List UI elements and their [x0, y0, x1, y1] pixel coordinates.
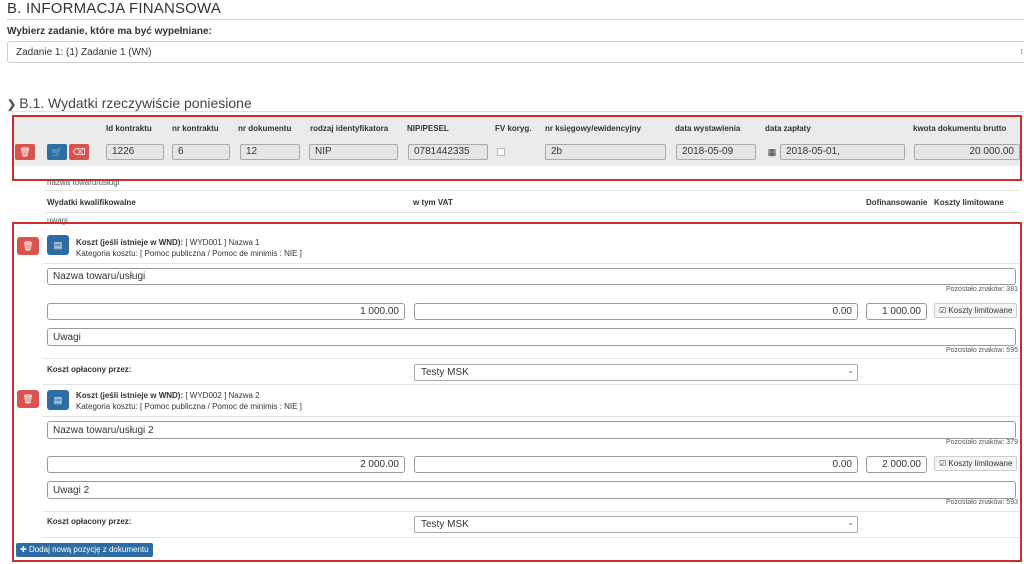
subsection-title[interactable]: ❯ B.1. Wydatki rzeczywiście poniesione: [7, 95, 252, 111]
document-highlight-box: [12, 115, 1022, 181]
nazwa-towaru-label: nazwa towaru/usługi: [47, 178, 120, 187]
task-select[interactable]: Zadanie 1: (1) Zadanie 1 (WN) ↕: [7, 41, 1024, 63]
col-wydatki-kwalifikowalne: Wydatki kwalifikowalne: [47, 198, 136, 207]
col-w-tym-vat: w tym VAT: [413, 198, 453, 207]
subsection-title-text: B.1. Wydatki rzeczywiście poniesione: [19, 95, 252, 111]
task-select-label: Wybierz zadanie, które ma być wypełniane…: [7, 26, 212, 37]
subheader-divider: [43, 190, 1020, 191]
section-divider: [7, 19, 1024, 20]
col-koszty-limitowane: Koszty limitowane: [934, 198, 1004, 207]
section-title: B. INFORMACJA FINANSOWA: [7, 0, 222, 17]
chevron-right-icon: ❯: [7, 99, 17, 111]
chevron-down-icon: ↕: [1019, 46, 1024, 56]
costs-highlight-box: [12, 222, 1022, 562]
subsection-divider: [7, 111, 1024, 112]
col-dofinansowanie: Dofinansowanie: [866, 198, 928, 207]
task-select-value: Zadanie 1: (1) Zadanie 1 (WN): [16, 47, 152, 58]
subheader-divider-2: [43, 212, 1020, 213]
